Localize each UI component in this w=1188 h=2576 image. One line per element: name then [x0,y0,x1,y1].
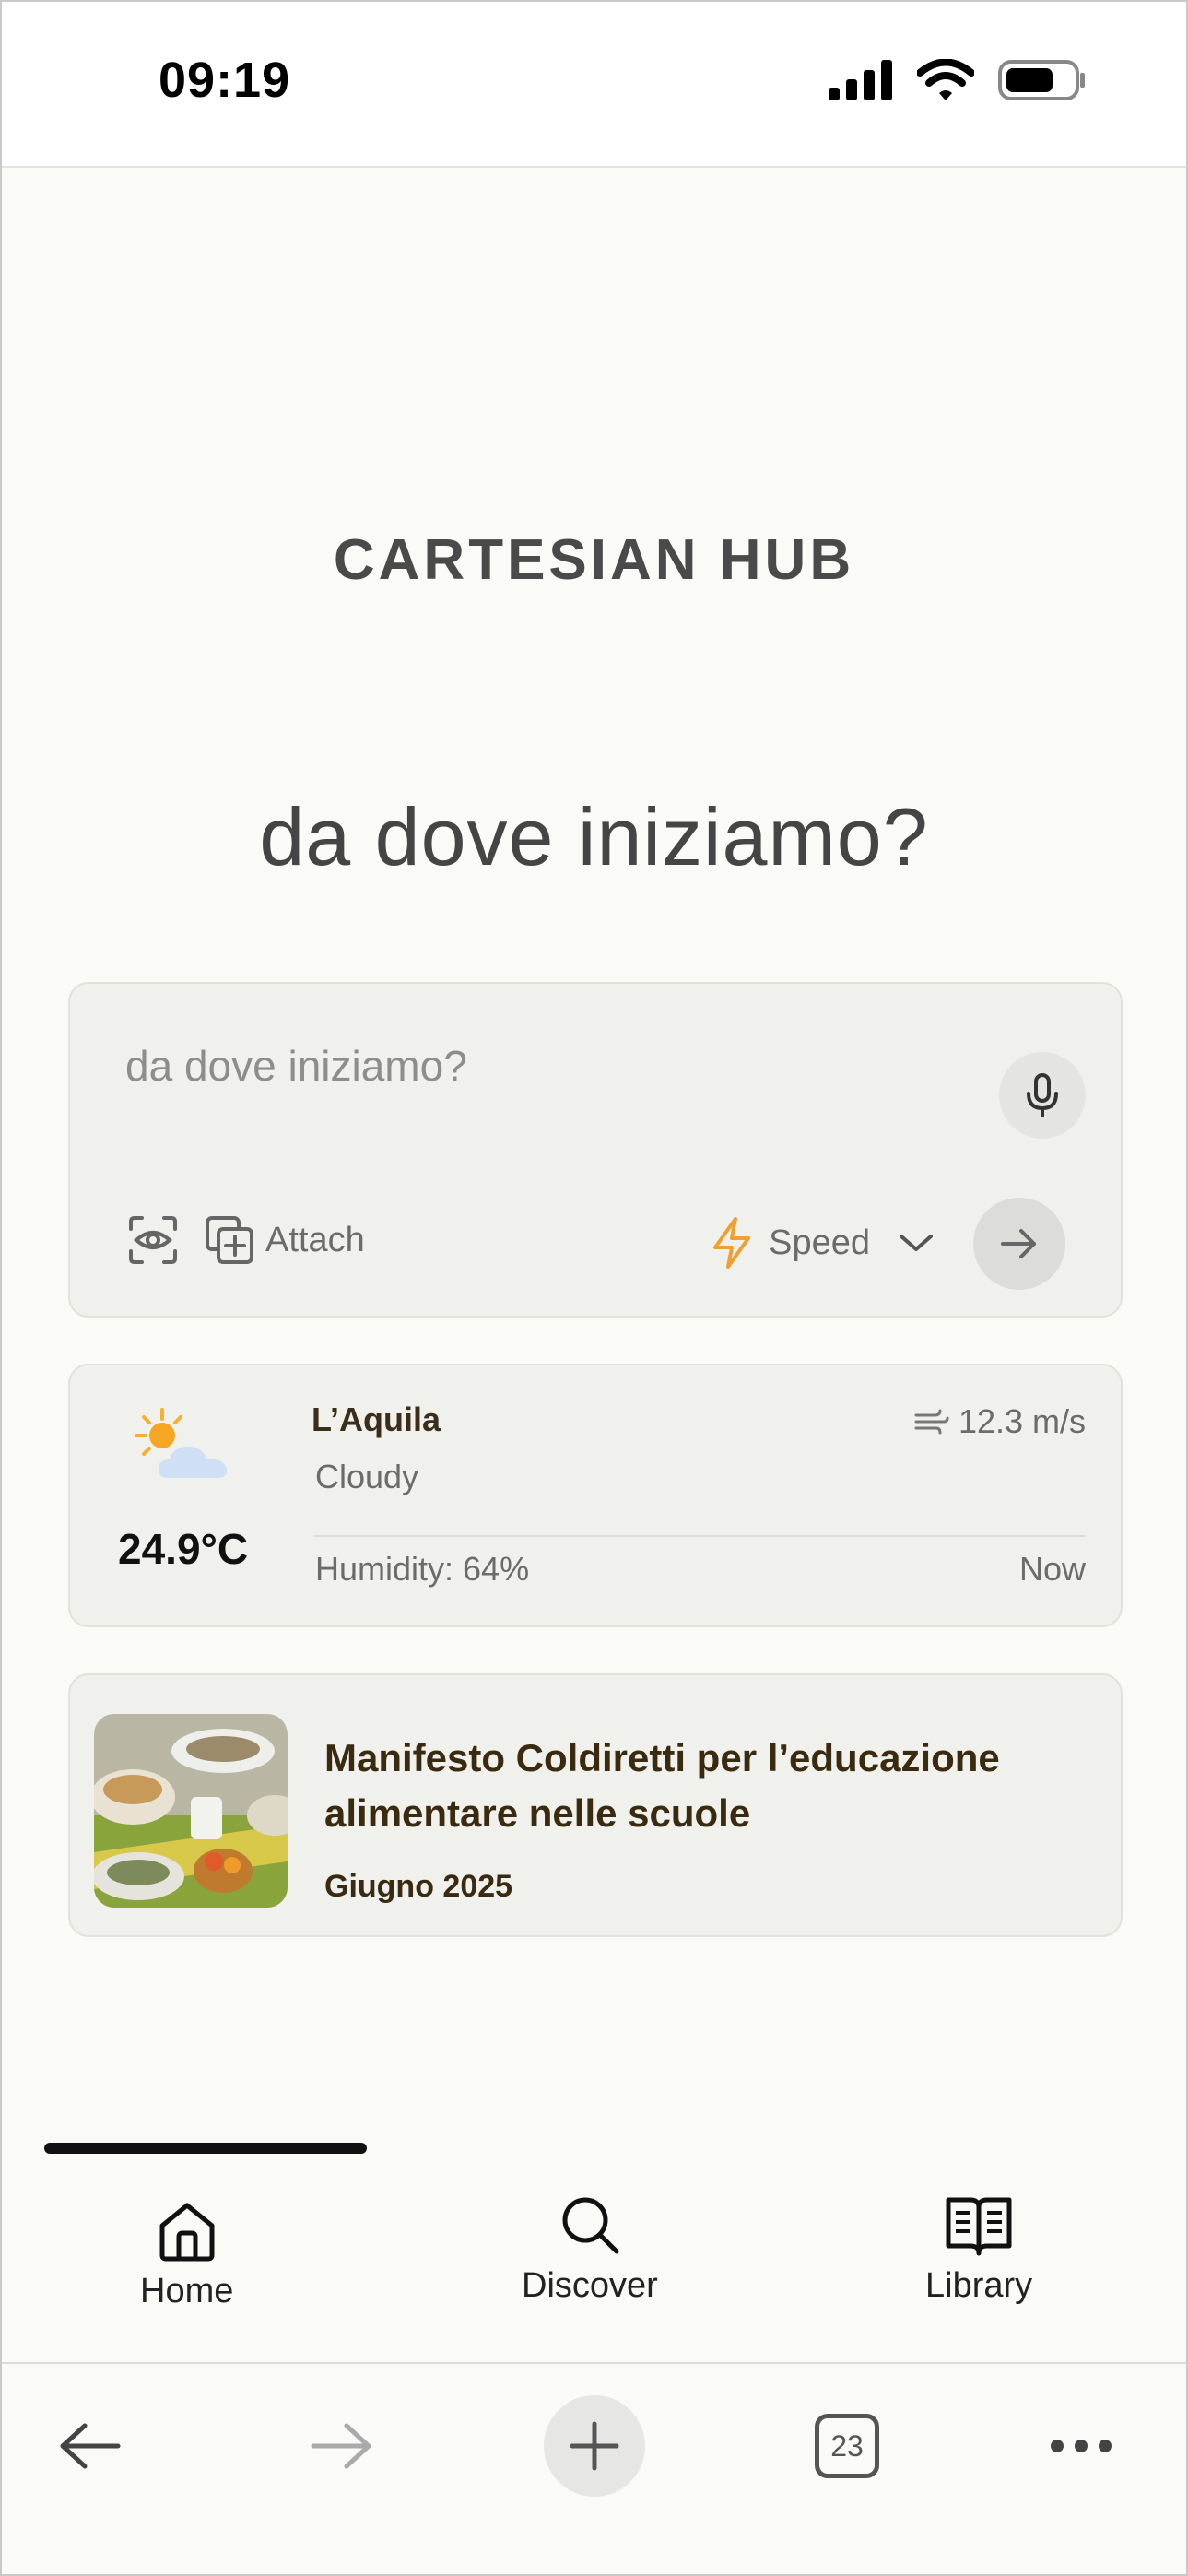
attach-button[interactable]: Attach [205,1215,365,1265]
more-icon [1051,2440,1112,2452]
weather-divider [313,1535,1086,1537]
app-navigation: Home Discover Library [2,2159,1186,2362]
search-icon [562,2197,619,2254]
new-tab-button[interactable] [544,2395,645,2497]
mode-selector[interactable]: Speed [710,1216,936,1270]
wifi-icon [917,59,974,100]
weather-wind: 12.3 m/s [914,1402,1086,1441]
weather-temperature: 24.9°C [118,1525,249,1573]
nav-label-discover: Discover [522,2266,658,2305]
status-time: 09:19 [159,53,291,108]
vision-icon[interactable] [127,1214,179,1266]
more-button[interactable] [1030,2395,1132,2497]
forward-button[interactable] [291,2395,393,2497]
microphone-icon [1027,1073,1058,1117]
arrow-right-icon [311,2423,371,2469]
page-headline: da dove iniziamo? [259,791,929,882]
attach-label: Attach [265,1220,365,1259]
news-title: Manifesto Coldiretti per l’educazione al… [324,1736,1000,1835]
wind-icon [914,1409,949,1435]
nav-item-discover[interactable]: Discover [522,2192,658,2306]
home-indicator [44,2143,367,2154]
news-thumbnail [94,1714,288,1908]
nav-item-home[interactable]: Home [140,2198,233,2311]
arrow-left-icon [60,2423,121,2469]
book-icon [946,2197,1012,2256]
send-button[interactable] [973,1198,1065,1290]
composer-tools: Attach [127,1214,365,1266]
nav-item-library[interactable]: Library [925,2192,1032,2306]
nav-label-library: Library [925,2266,1033,2305]
wind-speed: 12.3 m/s [958,1402,1086,1440]
partly-cloudy-icon [135,1408,228,1478]
weather-city: L’Aquila [312,1400,441,1438]
back-button[interactable] [39,2395,140,2497]
tab-count: 23 [815,2414,879,2478]
weather-card[interactable]: 24.9°C L’Aquila Cloudy 12.3 m/s Humidity… [68,1364,1123,1627]
weather-time: Now [1018,1550,1086,1588]
tabs-button[interactable]: 23 [796,2395,898,2497]
plus-icon [570,2421,619,2471]
signal-icon [829,60,892,100]
weather-humidity: Humidity: 64% [315,1550,530,1588]
brand-logo: CARTESIAN HUB [333,528,855,592]
home-icon [159,2203,215,2262]
weather-condition: Cloudy [315,1458,419,1495]
arrow-right-icon [1001,1229,1036,1258]
nav-label-home: Home [140,2272,234,2310]
bolt-icon [713,1217,751,1269]
prompt-composer: Attach Speed [68,982,1123,1318]
mode-label: Speed [769,1223,870,1262]
attach-icon [206,1216,253,1264]
battery-icon [998,60,1085,100]
status-bar: 09:19 [2,2,1186,168]
browser-toolbar: 23 [2,2362,1186,2574]
phone-screen: 09:19 CARTESIAN HUB da dove iniziamo? da… [0,0,1188,2576]
status-icons [829,59,1087,101]
prompt-input[interactable] [125,1041,955,1091]
chevron-down-icon [900,1235,933,1251]
microphone-button[interactable] [999,1052,1086,1139]
news-card[interactable]: Manifesto Coldiretti per l’educazione al… [68,1673,1123,1937]
news-date: Giugno 2025 [324,1869,513,1904]
